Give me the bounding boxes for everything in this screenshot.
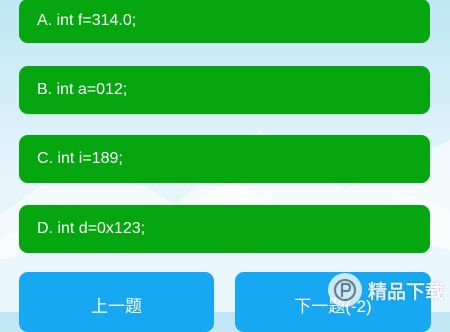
option-d-text: D. int d=0x123; bbox=[37, 220, 146, 237]
previous-question-button[interactable]: 上一题 bbox=[19, 272, 214, 332]
option-b-text: B. int a=012; bbox=[37, 81, 128, 98]
option-d[interactable]: D. int d=0x123; bbox=[19, 205, 430, 253]
watermark-text: 精品下载 bbox=[368, 280, 445, 303]
option-a[interactable]: A. int f=314.0; bbox=[19, 0, 430, 43]
option-c-text: C. int i=189; bbox=[37, 150, 123, 167]
option-a-text: A. int f=314.0; bbox=[37, 12, 137, 29]
previous-question-label: 上一题 bbox=[91, 297, 142, 316]
option-b[interactable]: B. int a=012; bbox=[19, 66, 430, 114]
watermark-logo-icon bbox=[328, 273, 362, 307]
watermark: 精品下载 bbox=[328, 268, 450, 312]
option-c[interactable]: C. int i=189; bbox=[19, 135, 430, 183]
